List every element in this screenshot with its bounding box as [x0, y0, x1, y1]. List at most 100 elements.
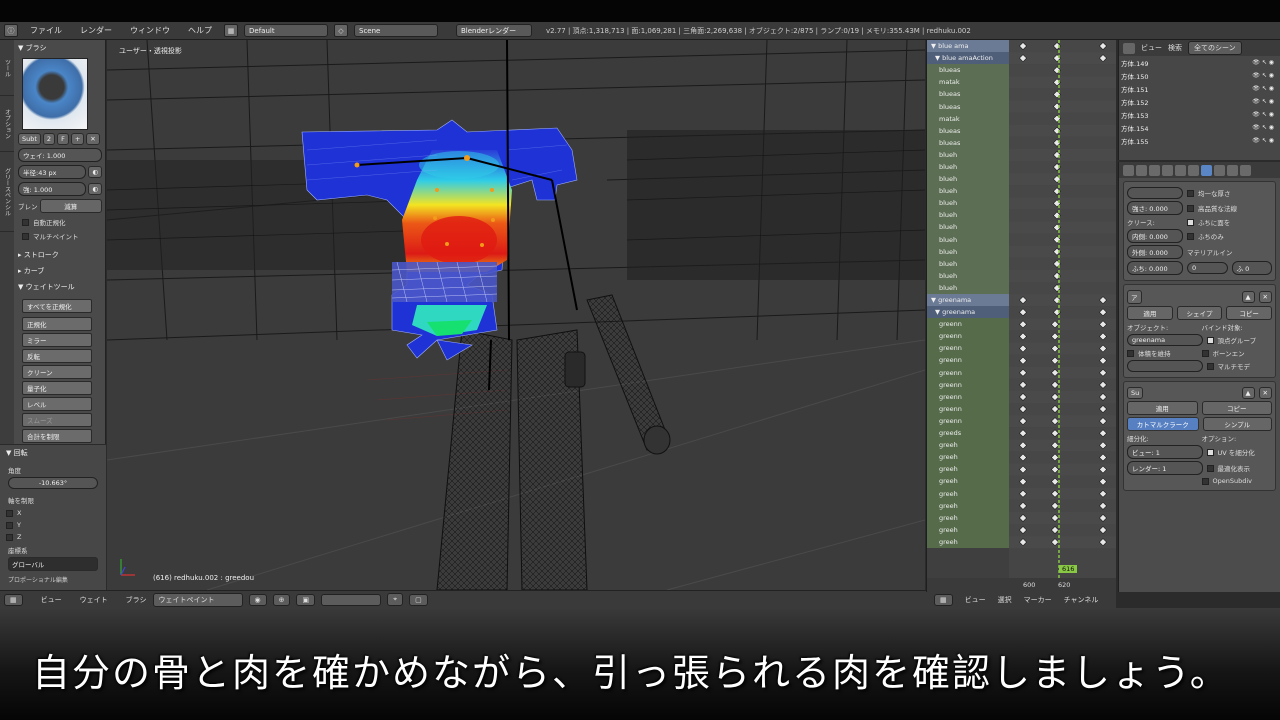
- snap-icon[interactable]: ⌖: [387, 593, 404, 606]
- dope-channel-row[interactable]: greenn: [927, 342, 1009, 355]
- thickness-field[interactable]: [1127, 187, 1183, 199]
- strength-field[interactable]: 強: 1.000: [18, 182, 87, 196]
- menu-brush[interactable]: ブラシ: [126, 595, 147, 605]
- constraints-tab-icon[interactable]: [1188, 164, 1199, 176]
- dope-channel-row[interactable]: matak: [927, 112, 1009, 125]
- tab-options[interactable]: オプション: [0, 96, 14, 152]
- dope-menu-marker[interactable]: マーカー: [1024, 595, 1052, 605]
- bone-envelopes-checkbox[interactable]: [1201, 349, 1209, 357]
- dope-channel-row[interactable]: blueh: [927, 257, 1009, 270]
- orientation-select[interactable]: グローバル: [8, 557, 98, 571]
- dope-channel-row[interactable]: greeh: [927, 475, 1009, 488]
- object-tab-icon[interactable]: [1175, 164, 1186, 176]
- outliner[interactable]: ビュー 検索 全てのシーン 方体.149 👁 ↖ ◉ 方体.150 👁 ↖ ◉ 方体.1…: [1118, 40, 1280, 160]
- subsurf-apply-button[interactable]: 適用: [1127, 401, 1198, 415]
- dope-channel-row[interactable]: blueh: [927, 209, 1009, 222]
- scene-tab-icon[interactable]: [1149, 164, 1160, 176]
- dope-channel-row[interactable]: blueas: [927, 136, 1009, 149]
- dope-channel-row[interactable]: blueh: [927, 245, 1009, 258]
- mode-select[interactable]: ウェイトペイント: [152, 592, 243, 607]
- high-quality-normals-checkbox[interactable]: [1187, 204, 1194, 212]
- outliner-scope-select[interactable]: 全てのシーン: [1188, 41, 1242, 55]
- catmull-clark-tab[interactable]: カトマルクラーク: [1127, 417, 1199, 431]
- armature-up-icon[interactable]: ▲: [1241, 291, 1255, 303]
- visibility-icons[interactable]: 👁 ↖ ◉: [1252, 111, 1274, 118]
- strength-pressure-icon[interactable]: ◐: [88, 183, 102, 195]
- crease-inner-field[interactable]: 内側: 0.000: [1127, 229, 1183, 243]
- axis-y-checkbox[interactable]: [6, 521, 13, 529]
- axis-z-checkbox[interactable]: [6, 533, 13, 541]
- viewport-scene[interactable]: [107, 40, 925, 590]
- dope-channel-row[interactable]: blueh: [927, 173, 1009, 186]
- quantize-button[interactable]: 量子化: [22, 381, 92, 395]
- tab-grease-pencil[interactable]: グリースペンシル: [0, 152, 14, 232]
- normalize-button[interactable]: 正規化: [22, 317, 92, 331]
- dope-channel-row[interactable]: greeh: [927, 463, 1009, 476]
- dope-channel-row[interactable]: blueh: [927, 269, 1009, 282]
- dope-channel-row[interactable]: greeds: [927, 427, 1009, 440]
- armature-apply-button[interactable]: 適用: [1127, 306, 1173, 320]
- curve-section[interactable]: ▸ カーブ: [16, 263, 104, 279]
- outliner-item[interactable]: 方体.152 👁 ↖ ◉: [1119, 95, 1280, 108]
- dope-menu-select[interactable]: 選択: [998, 595, 1012, 605]
- armature-shape-button[interactable]: シェイプ: [1176, 306, 1223, 320]
- brush-section-header[interactable]: ▼ ブラシ: [16, 40, 104, 56]
- render-preview-icon[interactable]: ▢: [409, 593, 428, 606]
- dope-channel-row[interactable]: blueas: [927, 124, 1009, 137]
- dope-channel-row[interactable]: blueh: [927, 281, 1009, 294]
- shading-select[interactable]: ◉: [248, 593, 267, 606]
- dope-channel-row[interactable]: greeh: [927, 511, 1009, 524]
- opensubdiv-checkbox[interactable]: [1201, 477, 1209, 485]
- dope-channel-row[interactable]: blueh: [927, 197, 1009, 210]
- unlink-brush-icon[interactable]: ✕: [86, 133, 100, 145]
- editor-type-icon[interactable]: ⓘ: [4, 24, 18, 37]
- multipaint-checkbox[interactable]: [22, 232, 29, 240]
- layout-selector[interactable]: Default: [244, 24, 328, 37]
- current-frame-badge[interactable]: 616: [1059, 565, 1078, 573]
- dope-channel-row[interactable]: greenn: [927, 330, 1009, 343]
- dope-channel-row[interactable]: greenn: [927, 378, 1009, 391]
- material-tab-icon[interactable]: [1227, 164, 1238, 176]
- brush-name-field[interactable]: Subt: [18, 133, 41, 145]
- dope-channel-row[interactable]: greenn: [927, 414, 1009, 427]
- dope-channel-row[interactable]: greenn: [927, 402, 1009, 415]
- simple-tab[interactable]: シンプル: [1202, 417, 1272, 431]
- dope-channel-row[interactable]: blueh: [927, 148, 1009, 161]
- invert-button[interactable]: 反転: [22, 349, 92, 363]
- subsurf-up-icon[interactable]: ▲: [1241, 387, 1255, 399]
- dope-channel-row[interactable]: blueh: [927, 185, 1009, 198]
- crease-rim-field[interactable]: ふち: 0.000: [1127, 261, 1183, 275]
- pivot-select[interactable]: ⊕: [272, 593, 291, 606]
- optimal-display-checkbox[interactable]: [1206, 464, 1214, 472]
- weight-tools-section[interactable]: ▼ ウェイトツール: [16, 279, 104, 295]
- dope-menu-channel[interactable]: チャンネル: [1064, 595, 1099, 605]
- crease-outer-field[interactable]: 外側: 0.000: [1127, 245, 1183, 259]
- material-offset-field[interactable]: 0: [1187, 262, 1228, 274]
- dope-ruler[interactable]: 600 620 616: [927, 565, 1116, 592]
- visibility-icons[interactable]: 👁 ↖ ◉: [1252, 137, 1274, 144]
- menu-render[interactable]: レンダー: [74, 25, 118, 36]
- dope-channel-row[interactable]: greeh: [927, 451, 1009, 464]
- visibility-icons[interactable]: 👁 ↖ ◉: [1252, 124, 1274, 131]
- render-tab-icon[interactable]: [1123, 164, 1134, 176]
- blend-select[interactable]: 減算: [39, 199, 102, 213]
- render-engine-select[interactable]: Blenderレンダー: [456, 24, 532, 37]
- dope-channel-row[interactable]: blueh: [927, 160, 1009, 174]
- view-levels-field[interactable]: ビュー: 1: [1127, 445, 1203, 459]
- world-tab-icon[interactable]: [1162, 164, 1173, 176]
- fake-user-button[interactable]: F: [57, 133, 69, 145]
- axis-x-checkbox[interactable]: [6, 509, 13, 517]
- subsurf-remove-icon[interactable]: ✕: [1258, 387, 1272, 399]
- render-levels-field[interactable]: レンダー: 1: [1127, 461, 1203, 475]
- outliner-item[interactable]: 方体.154 👁 ↖ ◉: [1119, 121, 1280, 134]
- dope-channel-row[interactable]: greenn: [927, 366, 1009, 379]
- offset-field[interactable]: 強さ: 0.000: [1127, 201, 1183, 215]
- fill-rim-checkbox[interactable]: [1187, 218, 1194, 226]
- pressure-icon[interactable]: ◐: [88, 166, 102, 178]
- dope-object-row[interactable]: ▼ blue ama: [927, 40, 1009, 53]
- dope-channel-row[interactable]: greeh: [927, 487, 1009, 500]
- scene-icon[interactable]: ◇: [334, 24, 348, 37]
- mask-icon[interactable]: ▣: [296, 593, 316, 606]
- texture-tab-icon[interactable]: [1240, 164, 1251, 176]
- dope-channel-row[interactable]: greeh: [927, 523, 1009, 536]
